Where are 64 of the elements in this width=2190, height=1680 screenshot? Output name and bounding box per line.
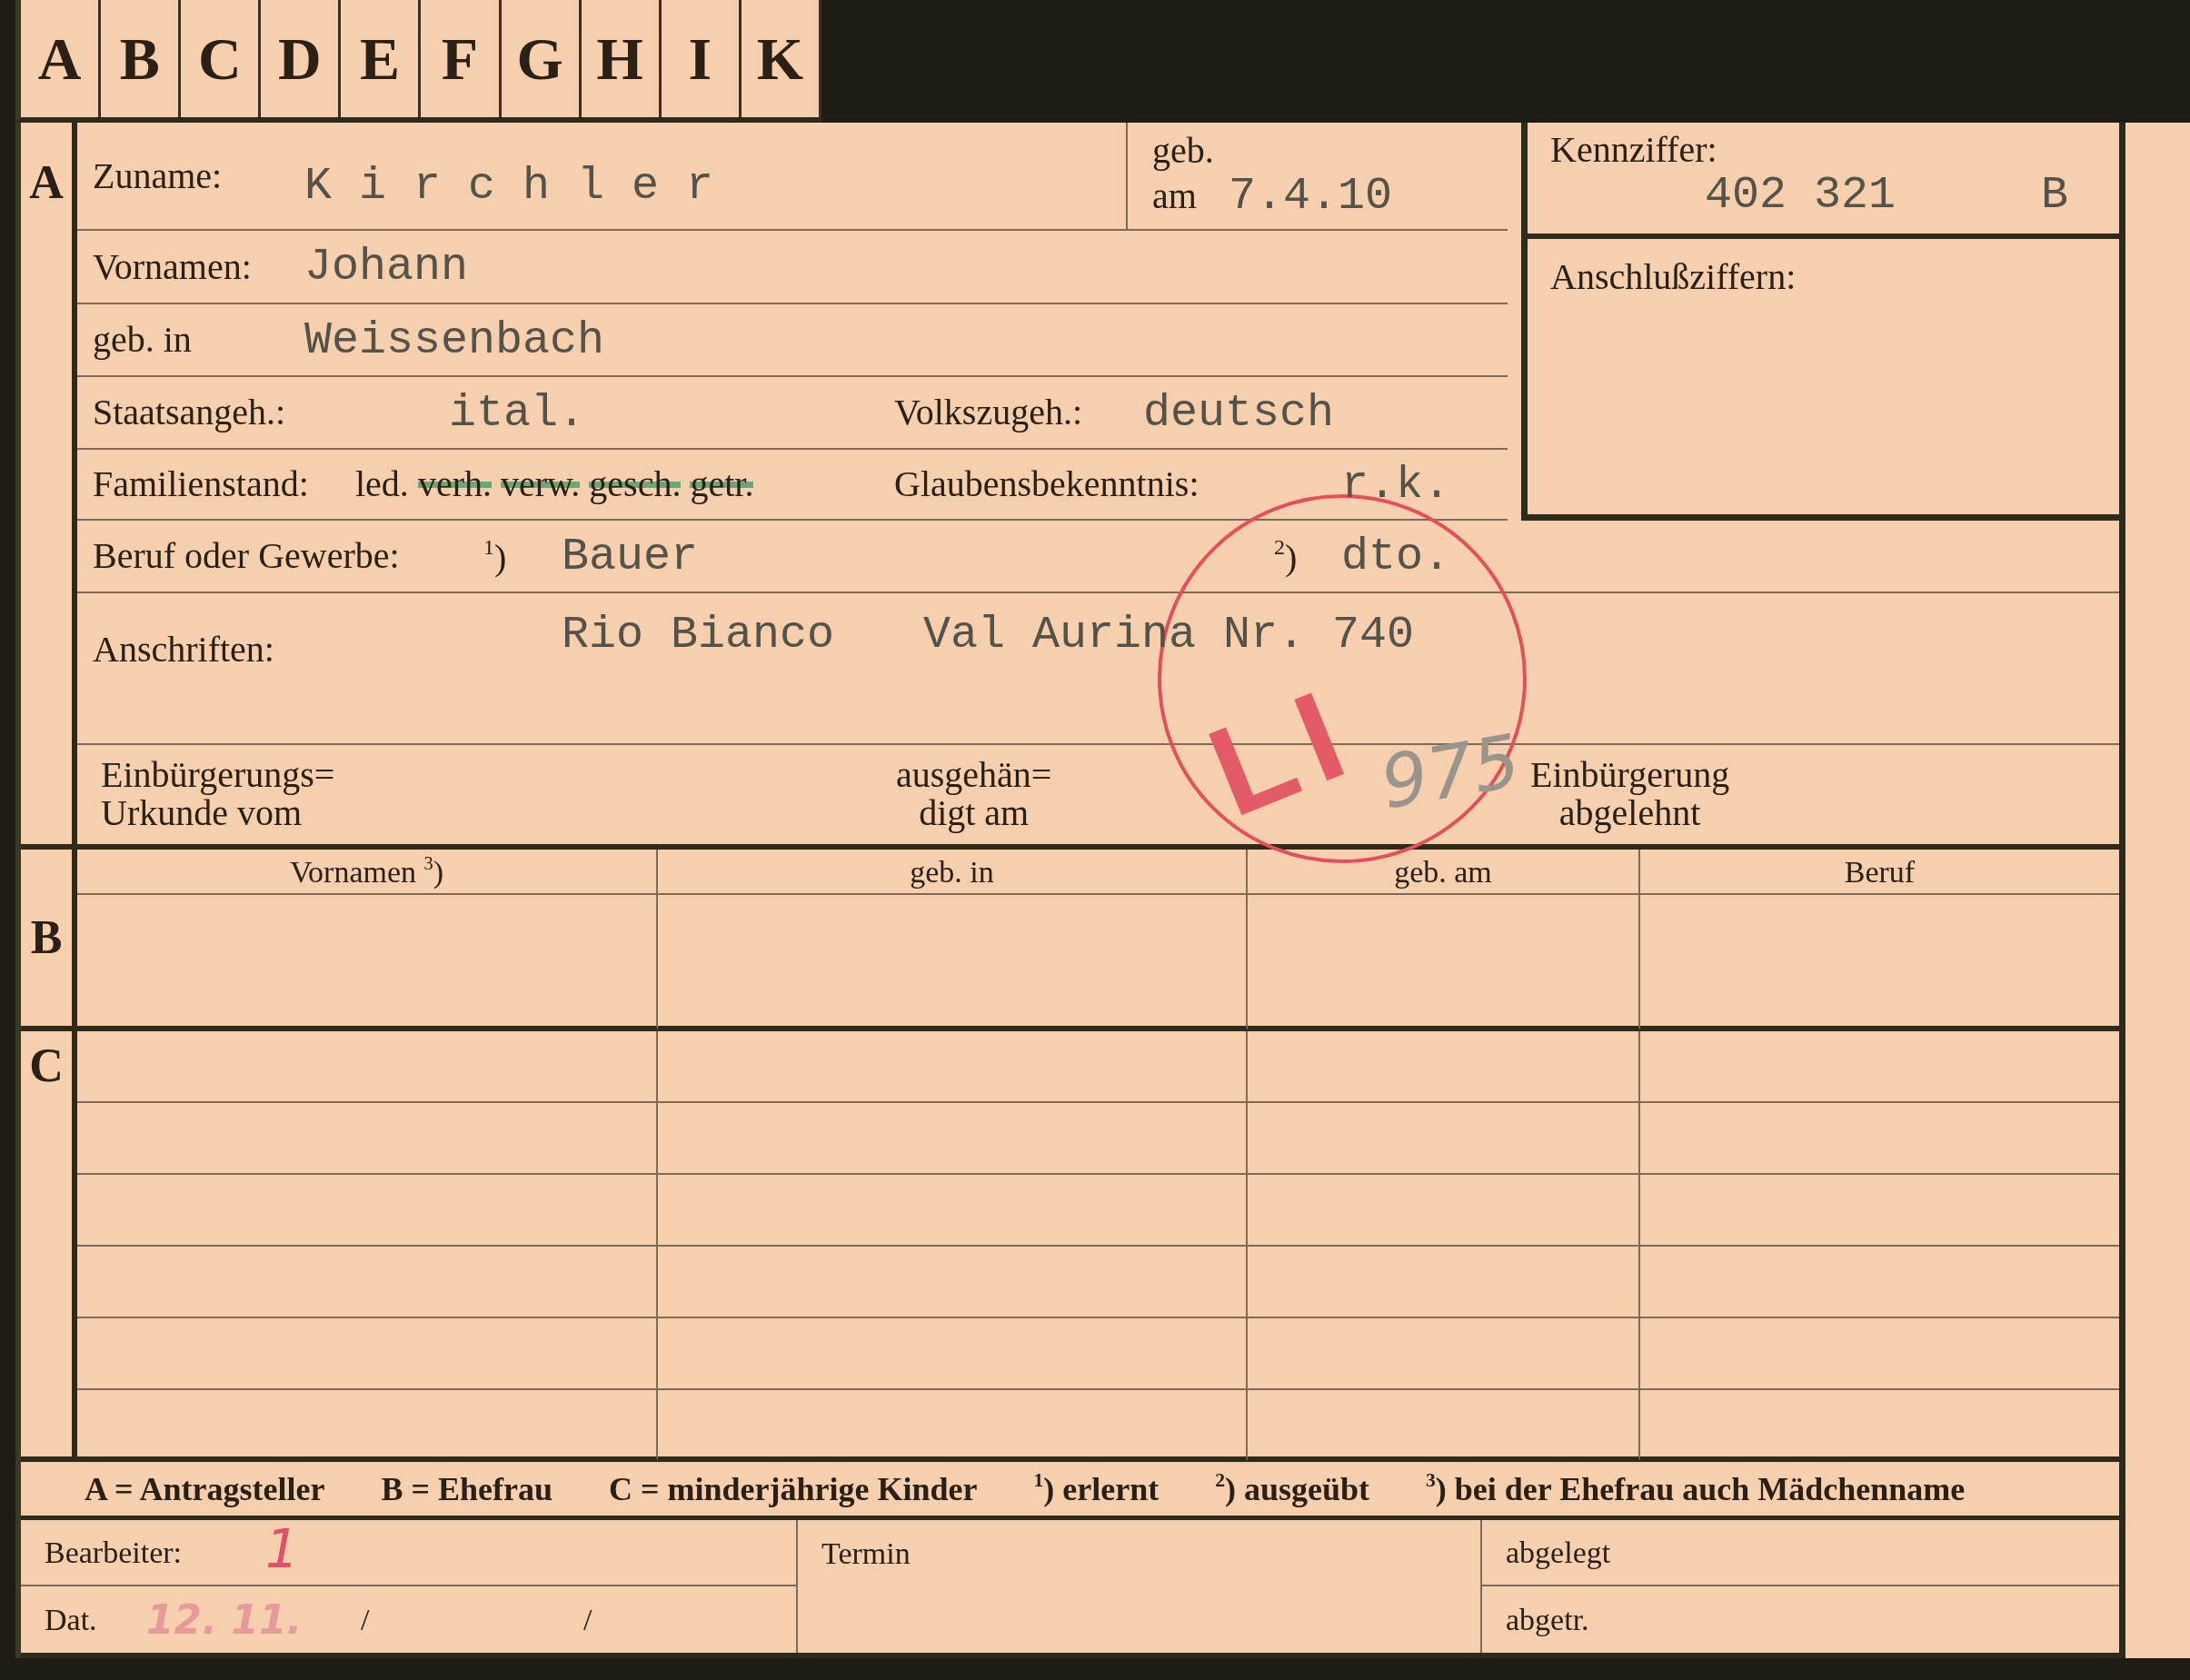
legend-entry: B = Ehefrau [381,1469,552,1508]
nationality-label: Volkszugeh.: [894,393,1084,432]
column-heading: geb. am [1248,850,1640,895]
birth-date-label: geb. [1152,131,1215,171]
marital-status-label: Familienstand: [93,464,310,504]
date-separator: / [583,1602,592,1637]
footnote-mark: $^{2}$) [1274,534,1298,578]
register-letter: H [581,0,662,117]
birth-date-entry: 7.4.10 [1229,171,1393,221]
register-letter: E [341,0,422,117]
citizenship-label: Staatsangeh.: [93,393,287,432]
stamp-letters: LI [1193,665,1373,838]
register-letter: K [741,0,821,117]
register-letter: A [21,0,102,117]
legend-entry: C = minderjährige Kinder [609,1469,978,1508]
legend-entry: $^{2}$) ausgeübt [1215,1469,1370,1508]
column-heading: Vornamen $^{3}$) [77,850,658,895]
nationality-entry: deutsch [1143,387,1335,438]
legend-entry: A = Antragsteller [85,1469,325,1508]
deadline-label: Termin [821,1536,911,1571]
occupation-label: Beruf oder Gewerbe: [93,536,401,576]
occupation-learned-entry: Bauer [562,531,699,582]
register-letter: F [421,0,502,117]
religion-entry: r.k. [1341,459,1451,510]
handwritten-clerk-mark: 1 [265,1522,299,1576]
filed-label: abgelegt [1506,1535,1611,1570]
column-heading: Beruf [1640,850,2119,895]
handed-over-label: ausgehän= digt am [896,755,1052,832]
reference-suffix-entry: B [2041,170,2069,220]
register-letter: B [101,0,182,117]
addresses-label: Anschriften: [93,630,274,670]
removed-label: abgetr. [1506,1602,1589,1637]
section-letter: A [29,159,64,206]
first-names-entry: Johann [304,242,469,292]
date-separator: / [361,1602,370,1637]
section-letter: C [29,1042,64,1089]
surname-label: Zuname: [93,155,224,196]
reference-number-label: Kennziffer: [1550,130,1717,170]
linked-numbers-label: Anschlußziffern: [1550,256,1797,297]
register-letter: C [181,0,262,117]
birthplace-entry: Weissenbach [304,314,605,365]
clerk-label: Bearbeiter: [45,1535,184,1570]
first-names-label: Vornamen: [93,246,253,287]
register-letter: G [501,0,582,117]
occupation-practised-entry: dto. [1341,531,1451,582]
reference-number-entry: 402 321 [1705,170,1896,220]
religion-label: Glaubensbekenntnis: [894,464,1200,504]
marital-status-option: led. [355,464,409,504]
citizenship-entry: ital. [449,387,586,438]
legend-entry: $^{1}$) erlernt [1033,1469,1160,1508]
section-letter: B [30,914,63,961]
footnote-mark: $^{1}$) [483,534,507,578]
birth-date-label: am [1152,175,1198,216]
surname-entry: K i r c h l e r [304,161,714,211]
address-entry: Rio Bianco [562,610,835,660]
handwritten-number: 975 [1376,724,1526,820]
register-letter: I [661,0,742,117]
birthplace-label: geb. in [93,320,193,360]
naturalization-refused-label: Einbürgerung abgelehnt [1530,755,1730,832]
date-label: Dat. [45,1602,97,1637]
legend-entry: $^{3}$) bei der Ehefrau auch Mädchenname [1426,1469,1966,1508]
column-heading: geb. in [658,850,1248,895]
register-letter: D [261,0,342,117]
naturalization-certificate-label: Einbürgerungs= Urkunde vom [101,755,335,832]
